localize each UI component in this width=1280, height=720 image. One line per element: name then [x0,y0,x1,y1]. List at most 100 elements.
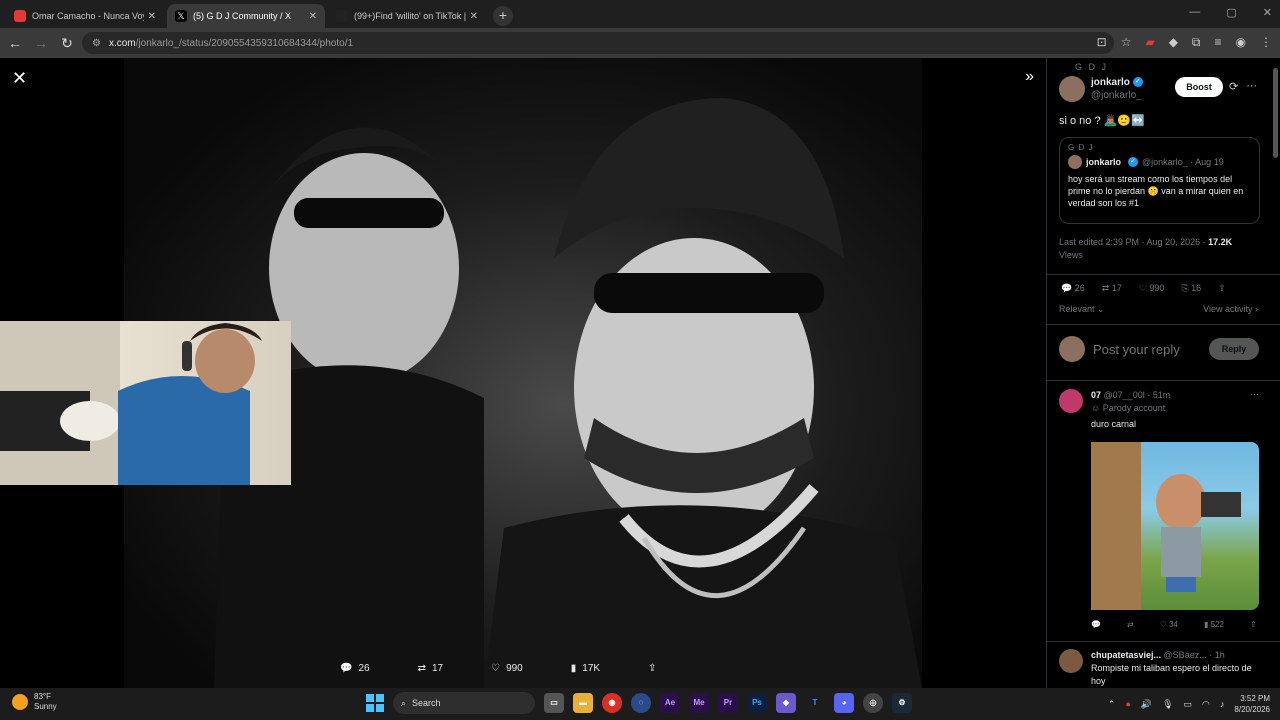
reply-icon[interactable]: 💬 [1091,620,1101,629]
reload-icon[interactable]: ↻ [54,35,80,52]
repost-stat[interactable]: ⇄ 17 [1102,283,1122,294]
reply-display-name[interactable]: chupatetasviej... [1091,650,1161,660]
media-icon[interactable]: ≡ [1215,35,1222,50]
obs-icon[interactable]: ◎ [863,693,883,713]
views-label: Views [1059,250,1083,260]
sort-label: Relevant [1059,304,1095,314]
display-icon[interactable]: ▭ [1184,699,1193,710]
share-stat[interactable]: ⇪ [1218,283,1226,294]
close-tab-icon[interactable]: ✕ [309,11,317,22]
reply-button[interactable]: Reply [1209,338,1259,360]
avatar[interactable] [1059,389,1083,413]
app-t-icon[interactable]: T [805,693,825,713]
extensions-puzzle-icon[interactable]: ⧉ [1192,35,1201,50]
site-info-icon[interactable]: ⚙ [92,38,101,49]
heart-icon: ♡ [1138,283,1147,293]
wifi-icon[interactable]: ◠ [1202,699,1210,710]
weather-widget[interactable]: 83°F Sunny [12,692,57,712]
close-tab-icon[interactable]: ✕ [148,11,156,22]
more-options-icon[interactable]: ··· [1246,80,1257,93]
more-options-icon[interactable]: ··· [1250,389,1259,399]
bookmark-stat[interactable]: ⎘ 16 [1181,283,1201,294]
windows-start-icon[interactable] [366,694,384,712]
minimize-icon[interactable]: — [1189,6,1200,19]
like-stat[interactable]: ♡ 990 [1139,283,1165,294]
views-count: 17.2K [1208,237,1233,247]
tab-tiktok[interactable]: (99+)Find 'willito' on TikTok | Te ✕ [328,4,486,28]
window-controls: — ▢ ✕ [1189,6,1272,19]
community-label[interactable]: G D J [1075,62,1108,72]
reply-stat[interactable]: 💬 26 [1061,283,1085,294]
menu-icon[interactable]: ⋮ [1260,35,1272,50]
share-icon: ⇪ [1218,283,1226,293]
tray-app-icon[interactable]: ● [1125,699,1130,709]
bookmark-star-icon[interactable]: ☆ [1121,35,1132,50]
steam-icon[interactable]: ⚙ [892,693,912,713]
forward-icon[interactable]: → [28,35,54,51]
edited-timestamp[interactable]: Last edited 2:39 PM · Aug 20, 2026 · [1059,237,1208,247]
chevron-up-icon[interactable]: ⌃ [1108,699,1116,710]
url-host: x.com [108,37,136,49]
tweet-meta: Last edited 2:39 PM · Aug 20, 2026 · 17.… [1059,236,1232,262]
extension-icon[interactable]: ◆ [1169,35,1178,50]
chrome-icon[interactable]: ◉ [602,693,622,713]
right-sunglasses [594,273,824,313]
view-activity-label: View activity [1203,304,1253,314]
premiere-icon[interactable]: Pr [718,693,738,713]
repost-icon: ⇄ [417,663,426,674]
maximize-icon[interactable]: ▢ [1226,6,1236,19]
like-stat[interactable]: ♡ 34 [1160,620,1178,629]
photo-action-bar: 💬 26 ⇄ 17 ♡ 990 ▮ 17K ⇪ [340,663,656,674]
divider [1047,380,1280,381]
volume-icon[interactable]: 🔊 [1141,699,1152,710]
profile-icon[interactable]: ◉ [1236,35,1246,50]
avatar[interactable] [1059,76,1085,102]
after-effects-icon[interactable]: Ae [660,693,680,713]
url-bar[interactable]: ⚙ x.com/jonkarlo_/status/209055435931068… [82,32,1114,54]
install-icon[interactable]: ⊡ [1097,35,1107,50]
views-action[interactable]: ▮ 17K [571,663,600,674]
clock[interactable]: 3:52 PM 8/20/2026 [1234,693,1270,715]
reply-action[interactable]: 💬 26 [340,663,370,674]
task-view-icon[interactable]: ▭ [544,693,564,713]
boost-button[interactable]: Boost [1175,77,1223,97]
close-photo-icon[interactable]: ✕ [12,68,27,89]
discord-icon[interactable]: ◕ [834,693,854,713]
reply-display-name[interactable]: 07 [1091,390,1101,400]
panel-scrollbar[interactable] [1273,68,1278,158]
tweet-author[interactable]: jonkarlo ✓ @jonkarlo_ [1059,76,1143,102]
app-circle-icon[interactable]: ◌ [631,693,651,713]
adblock-icon[interactable]: ▰ [1145,35,1154,50]
reply-input[interactable]: Post your reply [1093,342,1201,357]
file-explorer-icon[interactable]: ▬ [573,693,593,713]
reply-meme-image[interactable] [1091,442,1259,610]
grok-icon[interactable]: ⟳ [1229,80,1238,93]
media-encoder-icon[interactable]: Me [689,693,709,713]
photoshop-icon[interactable]: Ps [747,693,767,713]
quoted-tweet[interactable]: G D J jonkarlo ✓ @jonkarlo_ · Aug 19 hoy… [1059,137,1260,224]
like-action[interactable]: ♡ 990 [491,663,523,674]
repost-icon[interactable]: ⇄ [1127,620,1134,629]
speaker-icon[interactable]: ♪ [1220,699,1225,709]
tab-youtube[interactable]: Omar Camacho - Nunca Voy A ✕ [6,4,164,28]
close-window-icon[interactable]: ✕ [1263,6,1272,19]
view-activity-link[interactable]: View activity › [1203,304,1258,314]
author-display-name[interactable]: jonkarlo [1091,77,1130,88]
share-action[interactable]: ⇪ [648,663,656,674]
new-tab-button[interactable]: + [493,6,513,26]
taskbar-search[interactable]: ⌕ Search [393,692,535,714]
divider [1047,274,1280,275]
avatar[interactable] [1059,649,1083,673]
tab-x-community[interactable]: 𝕏 (5) G D J Community / X ✕ [167,4,325,28]
collapse-panel-icon[interactable]: » [1025,68,1034,86]
app-game-icon[interactable]: ◆ [776,693,796,713]
sort-relevant-dropdown[interactable]: Relevant ⌄ [1059,304,1105,315]
microphone-icon[interactable]: 🎙 [1162,699,1173,710]
views-stat[interactable]: ▮ 522 [1204,620,1224,629]
author-handle[interactable]: @jonkarlo_ [1091,89,1143,102]
close-tab-icon[interactable]: ✕ [470,11,478,22]
meme-face [1156,474,1206,530]
repost-action[interactable]: ⇄ 17 [418,663,444,674]
share-icon[interactable]: ⇪ [1250,620,1257,629]
back-icon[interactable]: ← [2,35,28,51]
